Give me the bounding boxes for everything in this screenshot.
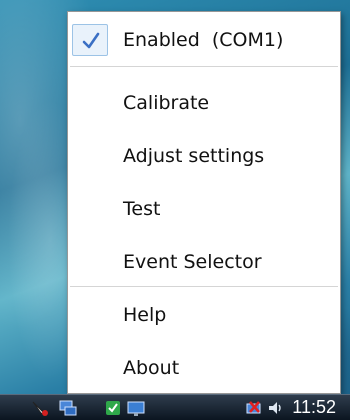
menu-separator — [70, 66, 338, 67]
menu-item-adjust-settings[interactable]: Adjust settings — [68, 138, 340, 174]
network-icon[interactable] — [58, 398, 78, 418]
checkmark-icon — [82, 32, 100, 49]
menu-item-label: Event Selector — [123, 251, 262, 273]
pen-tablet-icon[interactable] — [30, 398, 50, 418]
menu-item-event-selector[interactable]: Event Selector — [68, 244, 340, 280]
menu-item-label: Test — [123, 198, 161, 220]
menu-item-about[interactable]: About — [68, 350, 340, 386]
checked-indicator — [72, 24, 108, 56]
menu-separator — [70, 286, 338, 287]
network-error-icon[interactable] — [244, 398, 264, 418]
menu-item-test[interactable]: Test — [68, 191, 340, 227]
menu-item-label: Adjust settings — [123, 145, 265, 167]
menu-item-label: About — [123, 357, 180, 379]
taskbar: 11:52 — [0, 394, 350, 420]
taskbar-clock[interactable]: 11:52 — [292, 397, 336, 418]
menu-item-label: Calibrate — [123, 92, 210, 114]
menu-item-enabled[interactable]: Enabled (COM1) — [68, 22, 340, 58]
menu-item-label: Help — [123, 304, 167, 326]
tray-context-menu: Enabled (COM1) Calibrate Adjust settings… — [67, 11, 341, 394]
monitor-icon[interactable] — [126, 398, 146, 418]
menu-item-calibrate[interactable]: Calibrate — [68, 85, 340, 121]
security-shield-icon[interactable] — [103, 398, 123, 418]
volume-icon[interactable] — [266, 398, 286, 418]
menu-item-help[interactable]: Help — [68, 297, 340, 333]
menu-item-label: Enabled (COM1) — [123, 29, 284, 51]
